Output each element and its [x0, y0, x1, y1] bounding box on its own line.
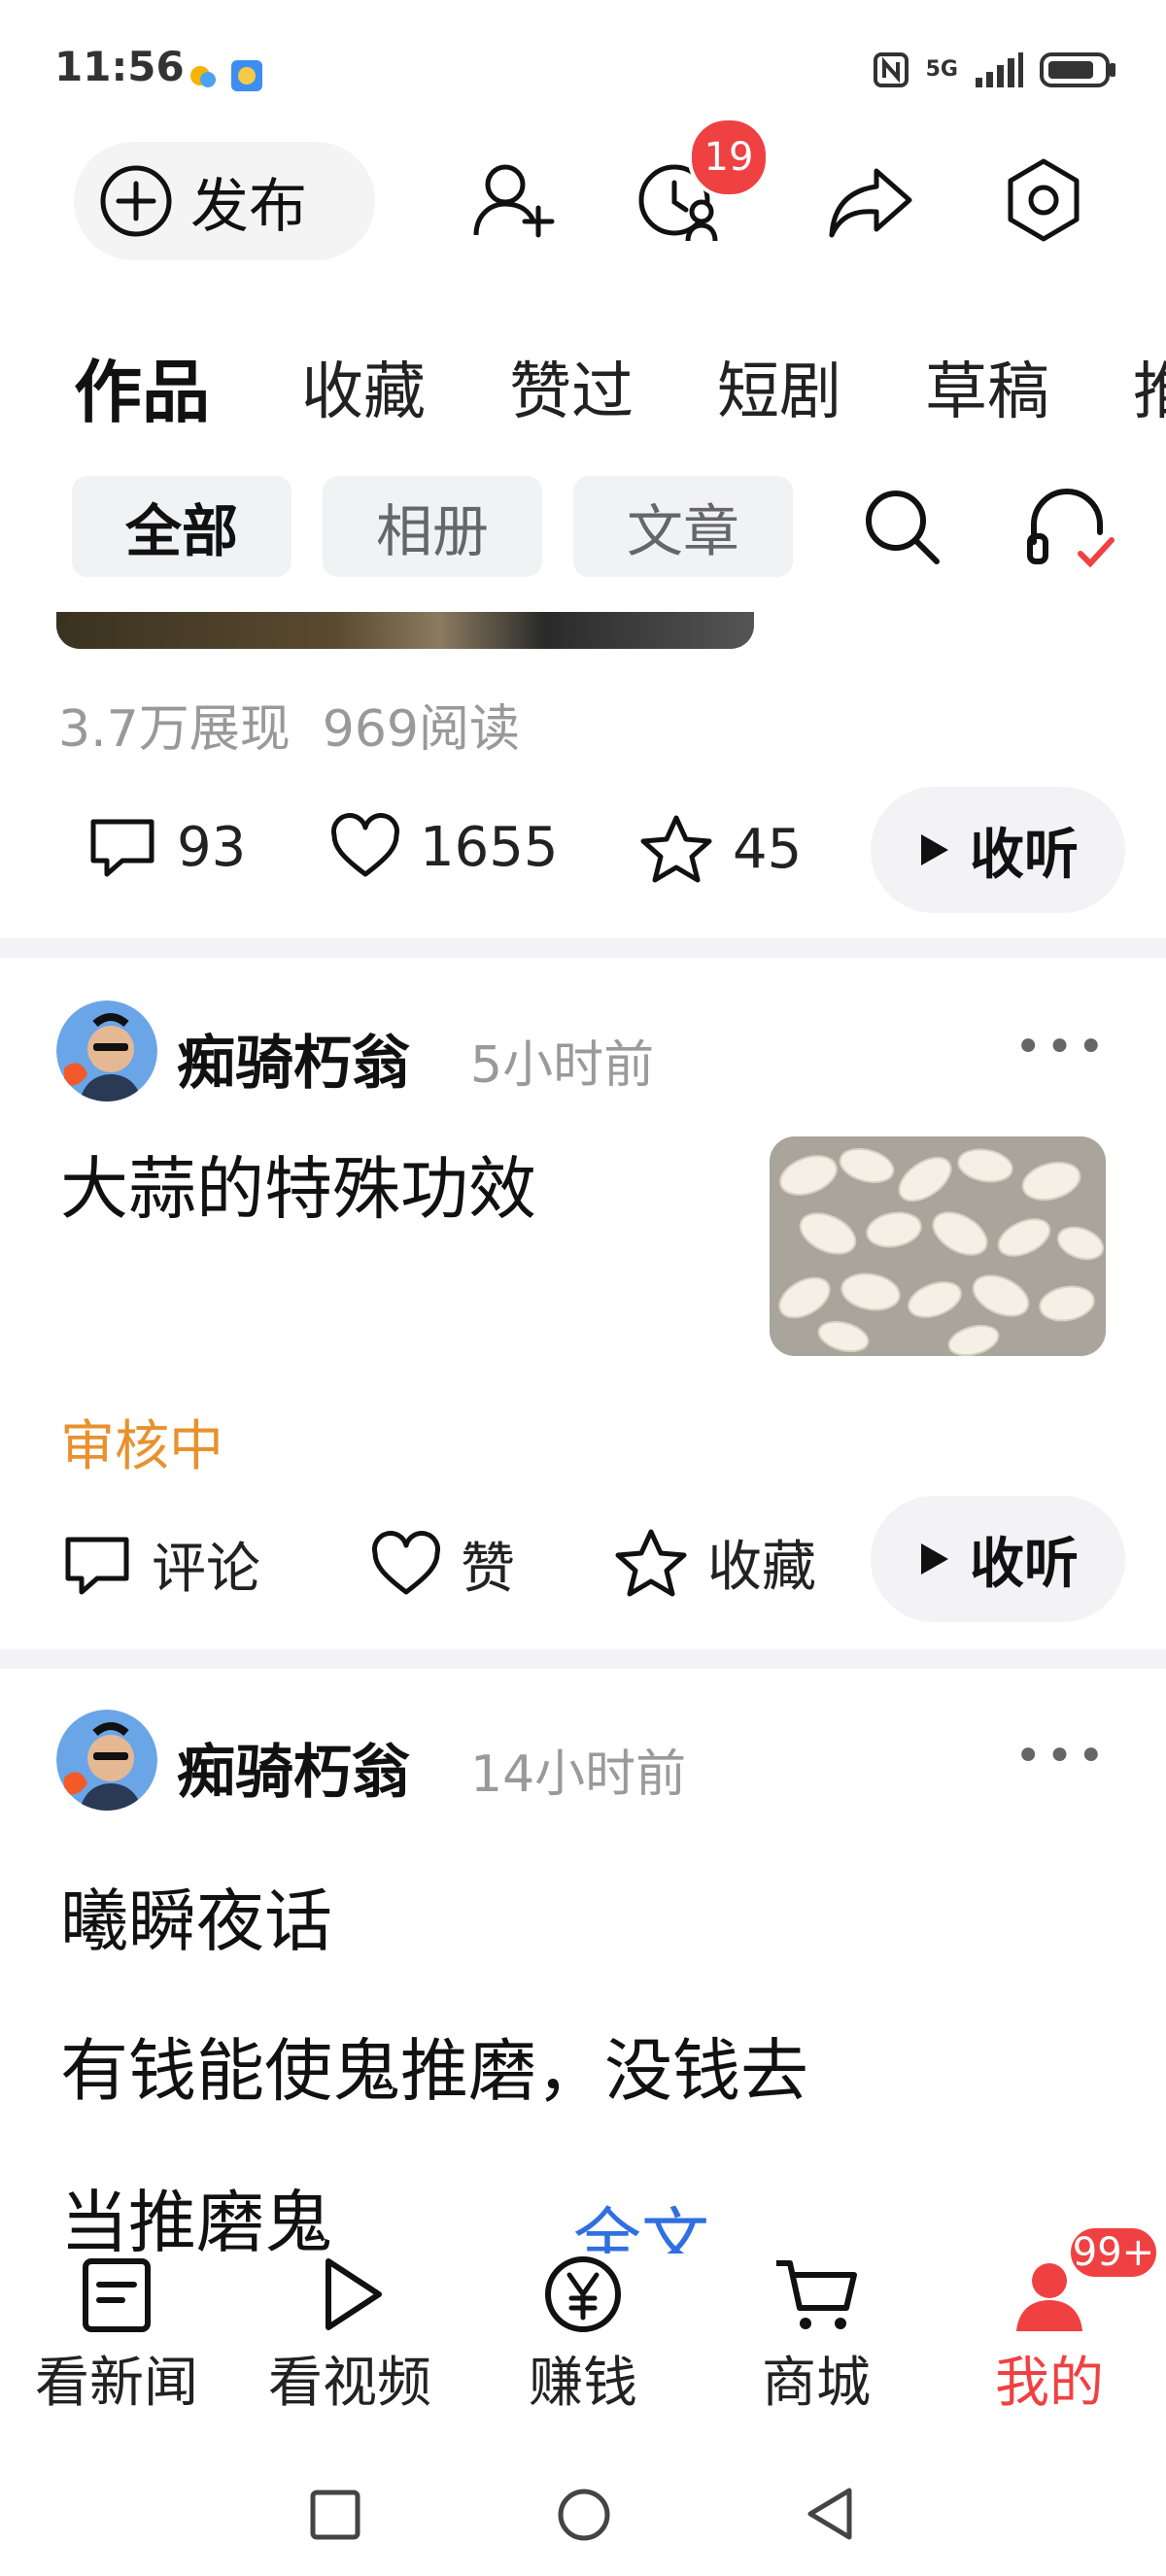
heart-icon — [372, 1530, 440, 1594]
publish-label: 发布 — [190, 172, 307, 241]
post2-comment-button[interactable]: 评论 — [60, 1525, 260, 1604]
tab-short-drama[interactable]: 短剧 — [717, 342, 841, 431]
share-icon[interactable] — [822, 152, 919, 249]
nav-video-label: 看视频 — [268, 2352, 431, 2415]
app-screen: 11:56 5G 发布 19 作品 收藏 赞过 短剧 草稿 推 全部 相册 文章 — [0, 0, 1166, 2576]
post3-line3[interactable]: 当推磨鬼 — [60, 2186, 332, 2254]
post2-comment-label: 评论 — [152, 1538, 260, 1601]
nav-news-label: 看新闻 — [35, 2352, 198, 2415]
star-icon — [615, 1529, 687, 1596]
comment-icon — [65, 1537, 129, 1594]
post2-author[interactable]: 痴骑朽翁 — [177, 1016, 410, 1101]
home-icon[interactable] — [556, 2487, 612, 2543]
post1-comment-button[interactable]: 93 — [86, 812, 246, 882]
post2-review-status: 审核中 — [60, 1415, 223, 1478]
tab-liked[interactable]: 赞过 — [509, 342, 634, 431]
tab-drafts[interactable]: 草稿 — [925, 342, 1049, 431]
bottom-nav: 看新闻 看视频 赚钱 商城 我的 99+ — [0, 2224, 1166, 2428]
notification-badge: 19 — [688, 117, 770, 198]
search-icon[interactable] — [855, 480, 948, 577]
network-type: 5G — [925, 57, 958, 82]
post1-favorite-button[interactable]: 45 — [637, 812, 802, 886]
post3-avatar[interactable] — [56, 1710, 157, 1811]
comment-icon — [90, 819, 154, 877]
play-icon — [326, 2258, 382, 2330]
post3-line1[interactable]: 曦瞬夜话 — [60, 1884, 332, 1959]
play-triangle-icon — [921, 1543, 948, 1575]
filter-all[interactable]: 全部 — [72, 476, 292, 577]
post1-like-count: 1655 — [420, 815, 559, 879]
post2-listen-button[interactable]: 收听 — [871, 1496, 1125, 1622]
post1-favorite-count: 45 — [733, 817, 803, 881]
post1-listen-button[interactable]: 收听 — [871, 787, 1125, 913]
post2-more-icon[interactable]: ••• — [1014, 1020, 1109, 1074]
nav-earn[interactable]: 赚钱 — [466, 2254, 700, 2418]
nfc-icon — [873, 52, 909, 87]
post-divider — [0, 1649, 1166, 1669]
post2-like-label: 赞 — [461, 1538, 515, 1601]
tab-favorites[interactable]: 收藏 — [301, 342, 426, 431]
nav-earn-label: 赚钱 — [529, 2352, 637, 2415]
weather-icon — [187, 56, 264, 99]
post3-fulltext-link[interactable]: 全文 — [573, 2186, 709, 2254]
filter-album[interactable]: 相册 — [323, 476, 542, 577]
post1-like-button[interactable]: 1655 — [328, 812, 559, 882]
post2-favorite-button[interactable]: 收藏 — [612, 1523, 816, 1602]
nav-mall-label: 商城 — [762, 2352, 871, 2415]
publish-button[interactable]: 发布 — [74, 142, 375, 260]
settings-icon[interactable] — [995, 152, 1092, 249]
listen-headset-icon[interactable] — [1020, 480, 1117, 577]
post-divider — [0, 938, 1166, 958]
post3-author[interactable]: 痴骑朽翁 — [177, 1725, 410, 1810]
post1-comment-count: 93 — [177, 815, 247, 879]
back-icon[interactable] — [803, 2485, 857, 2543]
post1-listen-label: 收听 — [970, 823, 1079, 887]
nav-video[interactable]: 看视频 — [233, 2254, 466, 2418]
nav-profile-label: 我的 — [995, 2352, 1104, 2415]
nav-news[interactable]: 看新闻 — [0, 2254, 233, 2418]
post3-clipped-row: 当推磨鬼 全文 — [0, 2176, 1166, 2254]
post2-title[interactable]: 大蒜的特殊功效 — [60, 1152, 536, 1227]
tab-recommend[interactable]: 推 — [1133, 342, 1166, 431]
add-friend-icon[interactable] — [464, 152, 562, 249]
system-nav-bar — [0, 2467, 1166, 2576]
post2-like-button[interactable]: 赞 — [369, 1525, 515, 1604]
play-triangle-icon — [921, 834, 948, 865]
nav-mall[interactable]: 商城 — [700, 2254, 933, 2418]
post2-garlic-image[interactable] — [770, 1136, 1106, 1356]
battery-icon — [1040, 52, 1115, 87]
heart-icon — [331, 813, 399, 877]
status-icons: 5G — [872, 51, 1117, 89]
star-icon — [640, 815, 712, 883]
signal-icon — [976, 52, 1023, 87]
post2-time: 5小时前 — [470, 1036, 655, 1095]
cart-icon — [776, 2260, 857, 2329]
post1-stats: 3.7万展现 969阅读 — [58, 700, 521, 759]
yuan-icon — [545, 2256, 621, 2332]
status-time: 11:56 — [54, 43, 185, 90]
news-icon — [83, 2258, 151, 2332]
tab-works[interactable]: 作品 — [74, 338, 210, 436]
filter-article[interactable]: 文章 — [573, 476, 793, 577]
post3-line2[interactable]: 有钱能使鬼推磨，没钱去 — [60, 2034, 808, 2109]
post3-more-icon[interactable]: ••• — [1014, 1729, 1109, 1783]
plus-circle-icon — [100, 165, 172, 237]
post2-listen-label: 收听 — [970, 1532, 1079, 1596]
post3-time: 14小时前 — [470, 1746, 687, 1804]
recent-apps-icon[interactable] — [309, 2489, 361, 2541]
post2-favorite-label: 收藏 — [707, 1536, 816, 1599]
profile-badge: 99+ — [1067, 2224, 1160, 2281]
post2-avatar[interactable] — [56, 1000, 157, 1102]
post1-cover-image[interactable] — [56, 612, 754, 649]
